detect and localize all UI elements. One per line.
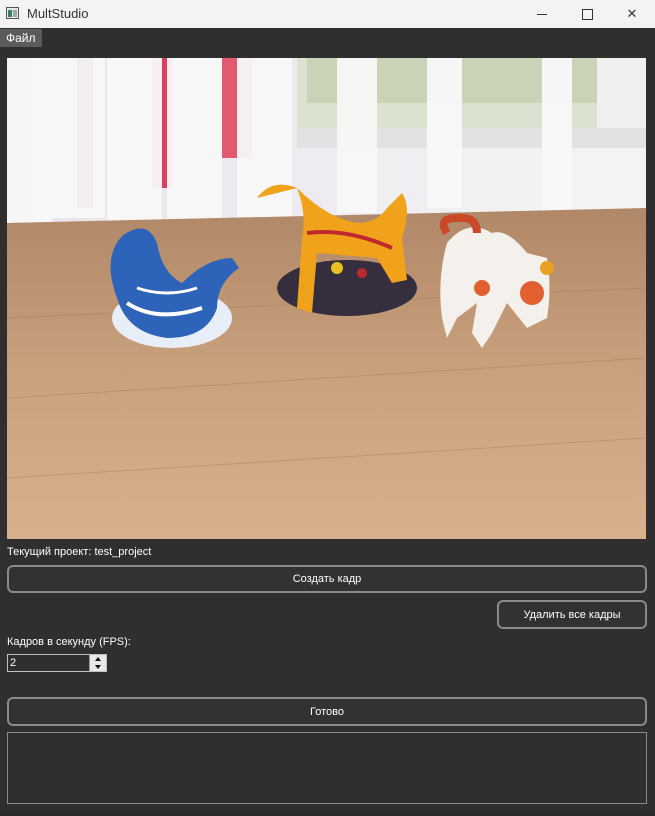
delete-all-frames-button[interactable]: Удалить все кадры — [497, 600, 647, 629]
close-button[interactable]: ✕ — [609, 0, 655, 28]
maximize-button[interactable] — [564, 0, 610, 28]
current-project-label: Текущий проект: test_project — [7, 546, 152, 558]
ready-button[interactable]: Готово — [7, 697, 647, 726]
fps-decrement-button[interactable] — [90, 663, 106, 671]
menu-file[interactable]: Файл — [0, 29, 42, 47]
fps-spin-buttons — [89, 655, 106, 671]
minimize-button[interactable] — [519, 0, 565, 28]
create-frame-button[interactable]: Создать кадр — [7, 565, 647, 593]
app-icon — [6, 7, 19, 19]
chevron-down-icon — [95, 665, 101, 669]
close-icon: ✕ — [626, 6, 638, 21]
fps-spinbox[interactable]: 2 — [7, 654, 107, 672]
title-bar: MultStudio ✕ — [0, 0, 655, 28]
minimize-icon — [537, 13, 547, 15]
window-title: MultStudio — [27, 6, 89, 21]
fps-increment-button[interactable] — [90, 655, 106, 663]
maximize-icon — [581, 8, 593, 20]
log-output[interactable] — [7, 732, 647, 804]
window-bottom-edge — [0, 812, 655, 816]
camera-preview — [7, 58, 646, 539]
menu-bar: Файл — [0, 28, 655, 48]
fps-value[interactable]: 2 — [10, 657, 16, 669]
preview-image — [7, 58, 646, 539]
fps-label: Кадров в секунду (FPS): — [7, 636, 131, 648]
chevron-up-icon — [95, 657, 101, 661]
